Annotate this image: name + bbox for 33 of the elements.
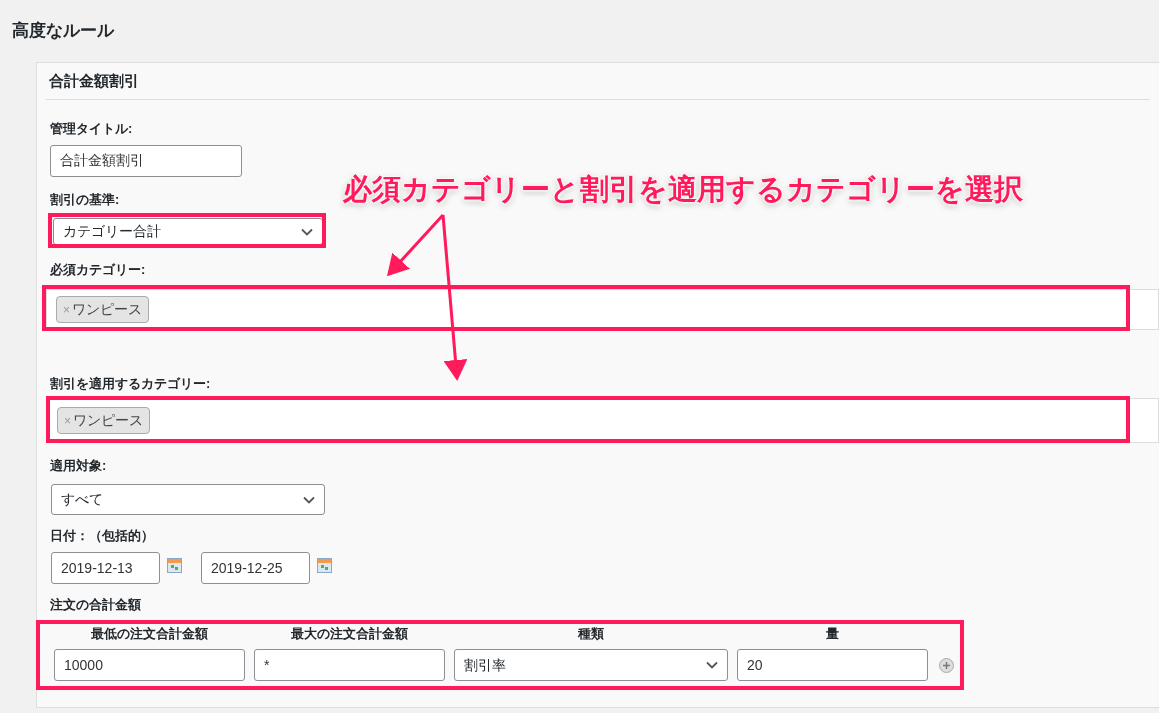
column-header: 最大の注文合計金額 <box>290 625 409 644</box>
tag-label: ワンピース <box>73 411 143 430</box>
category-tag[interactable]: ×ワンピース <box>56 296 149 323</box>
page-title: 高度なルール <box>11 20 116 43</box>
add-row-icon[interactable] <box>939 657 954 673</box>
chevron-down-icon <box>303 495 315 504</box>
calendar-icon[interactable] <box>167 558 182 573</box>
chevron-down-icon <box>301 227 313 236</box>
rule-title: 合計金額割引 <box>49 70 139 91</box>
field-label: 注文の合計金額 <box>50 596 142 614</box>
column-header: 最低の注文合計金額 <box>90 625 209 644</box>
column-header: 種類 <box>577 625 605 644</box>
category-select-field[interactable]: ×ワンピース <box>46 289 1159 330</box>
dropdown[interactable]: カテゴリー合計 <box>53 218 323 245</box>
annotation-text: 必須カテゴリーと割引を適用するカテゴリーを選択 <box>343 172 1023 207</box>
column-header: 量 <box>825 625 840 644</box>
field-label: 割引を適用するカテゴリー: <box>50 375 212 393</box>
chevron-down-icon <box>706 661 718 669</box>
field-label: 管理タイトル: <box>50 120 134 138</box>
field-label: 必須カテゴリー: <box>50 261 147 279</box>
input-field[interactable]: 合計金額割引 <box>50 145 242 177</box>
category-tag[interactable]: ×ワンピース <box>57 407 150 434</box>
calendar-icon[interactable] <box>317 558 332 573</box>
input-field[interactable]: 20 <box>737 649 928 681</box>
dropdown[interactable]: 割引率 <box>454 649 728 681</box>
input-field[interactable]: * <box>254 649 445 681</box>
input-field[interactable]: 2019-12-13 <box>51 552 160 584</box>
input-field[interactable]: 2019-12-25 <box>201 552 310 584</box>
input-field[interactable]: 10000 <box>54 649 245 681</box>
dropdown[interactable]: すべて <box>51 484 325 515</box>
field-label: 日付：（包括的） <box>50 527 155 545</box>
field-label: 適用対象: <box>50 457 108 475</box>
tag-label: ワンピース <box>72 300 142 319</box>
